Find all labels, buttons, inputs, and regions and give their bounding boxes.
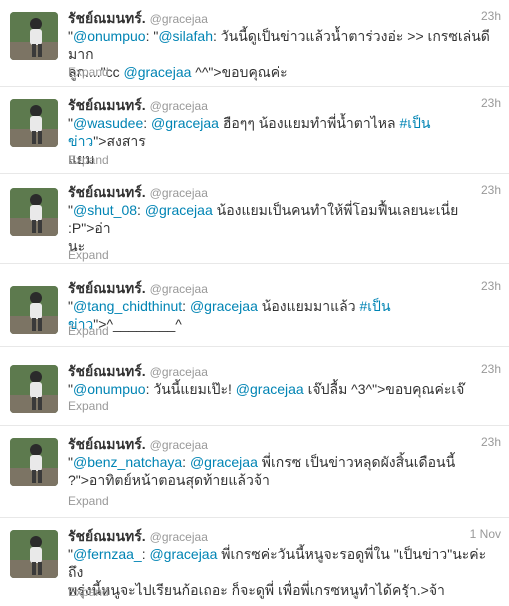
mention-link[interactable]: @fernzaa_: [73, 546, 142, 562]
tweet-timestamp[interactable]: 23h: [481, 183, 501, 197]
tweet-item[interactable]: รัชย์ณมนทร์. @gracejaa 23h "@onumpuo: วัน…: [0, 353, 509, 426]
tweet-line: ลูก...."cc @gracejaa ^^">ขอบคุณค่ะ: [68, 63, 501, 81]
mention-link[interactable]: @onumpuo: [73, 381, 146, 397]
expand-link[interactable]: Expand: [68, 324, 109, 338]
tweet-text-fragment: เจ๊ปลื้ม ^3^">ขอบคุณค่ะเจ๊: [303, 381, 465, 397]
avatar[interactable]: [10, 438, 58, 486]
tweet-header: รัชย์ณมนทร์. @gracejaa 1 Nov: [68, 526, 501, 544]
tweet-timestamp[interactable]: 23h: [481, 279, 501, 293]
tweet-header: รัชย์ณมนทร์. @gracejaa 23h: [68, 182, 501, 200]
tweet-text-fragment: ^^">ขอบคุณค่ะ: [191, 64, 288, 80]
expand-link[interactable]: Expand: [68, 65, 109, 79]
username[interactable]: @gracejaa: [150, 12, 208, 26]
tweet-text-fragment: น้องแยมมาแล้ว: [257, 298, 360, 314]
tweet-line: "@onumpuo: วันนี้แยมเป๊ะ! @gracejaa เจ๊ป…: [68, 380, 501, 398]
avatar[interactable]: [10, 188, 58, 236]
tweet-text: "@shut_08: @gracejaa น้องแยมเป็นคนทำให้พ…: [68, 201, 501, 255]
fullname[interactable]: รัชย์ณมนทร์.: [68, 528, 146, 544]
tweet-header: รัชย์ณมนทร์. @gracejaa 23h: [68, 8, 501, 26]
tweet-text-fragment: :: [143, 115, 152, 131]
fullname[interactable]: รัชย์ณมนทร์.: [68, 436, 146, 452]
tweet-text: "@onumpuo: วันนี้แยมเป๊ะ! @gracejaa เจ๊ป…: [68, 380, 501, 398]
tweet-timestamp[interactable]: 1 Nov: [470, 527, 501, 541]
expand-link[interactable]: Expand: [68, 153, 109, 167]
mention-link[interactable]: @onumpuo: [73, 28, 146, 44]
tweet-line: นะ: [68, 237, 501, 255]
tweet-text-fragment: พี่เกรซ เป็นข่าวหลุดผังสิ้นเดือนนี้: [257, 454, 456, 470]
tweet-item[interactable]: รัชย์ณมนทร์. @gracejaa 23h "@onumpuo: "@s…: [0, 0, 509, 87]
tweet-text-fragment: ฮือๆๆ น้องแยมทำพี่น้ำตาไหล: [218, 115, 400, 131]
tweet-text-fragment: :: [182, 298, 190, 314]
tweet-item[interactable]: รัชย์ณมนทร์. @gracejaa 1 Nov "@fernzaa_: …: [0, 518, 509, 606]
tweet-text-fragment: : ": [145, 28, 159, 44]
tweet-text-fragment: :: [137, 202, 145, 218]
username[interactable]: @gracejaa: [150, 365, 208, 379]
username[interactable]: @gracejaa: [150, 530, 208, 544]
mention-link[interactable]: @gracejaa: [236, 381, 304, 397]
tweet-line: "@tang_chidthinut: @gracejaa น้องแยมมาแล…: [68, 297, 501, 333]
mention-link[interactable]: @gracejaa: [149, 546, 217, 562]
tweet-item[interactable]: รัชย์ณมนทร์. @gracejaa 23h "@shut_08: @gr…: [0, 174, 509, 264]
tweet-line: "@onumpuo: "@silafah: วันนี้ดูเป็นข่าวแล…: [68, 27, 501, 63]
tweet-header: รัชย์ณมนทร์. @gracejaa 23h: [68, 361, 501, 379]
mention-link[interactable]: @tang_chidthinut: [73, 298, 182, 314]
tweet-header: รัชย์ณมนทร์. @gracejaa 23h: [68, 278, 501, 296]
username[interactable]: @gracejaa: [150, 99, 208, 113]
mention-link[interactable]: @gracejaa: [190, 454, 258, 470]
username[interactable]: @gracejaa: [150, 282, 208, 296]
tweet-text: "@wasudee: @gracejaa ฮือๆๆ น้องแยมทำพี่น…: [68, 114, 501, 168]
username[interactable]: @gracejaa: [150, 438, 208, 452]
fullname[interactable]: รัชย์ณมนทร์.: [68, 10, 146, 26]
fullname[interactable]: รัชย์ณมนทร์.: [68, 280, 146, 296]
tweet-text-fragment: พรุ่งนี้หนูจะไปเรียนก้อเถอะ ก็จะดูพี่ เพ…: [68, 582, 445, 598]
avatar[interactable]: [10, 286, 58, 334]
fullname[interactable]: รัชย์ณมนทร์.: [68, 97, 146, 113]
tweet-text: "@onumpuo: "@silafah: วันนี้ดูเป็นข่าวแล…: [68, 27, 501, 81]
tweet-text-fragment: ">สงสาร: [93, 133, 146, 149]
mention-link[interactable]: @silafah: [158, 28, 213, 44]
tweet-text: "@fernzaa_: @gracejaa พี่เกรซค่ะวันนี้หน…: [68, 545, 501, 599]
tweet-text: "@benz_natchaya: @gracejaa พี่เกรซ เป็นข…: [68, 453, 501, 489]
tweet-line: "@shut_08: @gracejaa น้องแยมเป็นคนทำให้พ…: [68, 201, 501, 237]
tweet-header: รัชย์ณมนทร์. @gracejaa 23h: [68, 434, 501, 452]
avatar[interactable]: [10, 12, 58, 60]
expand-link[interactable]: Expand: [68, 248, 109, 262]
tweet-line: แยม: [68, 150, 501, 168]
tweet-timestamp[interactable]: 23h: [481, 362, 501, 376]
avatar[interactable]: [10, 530, 58, 578]
mention-link[interactable]: @gracejaa: [190, 298, 258, 314]
mention-link[interactable]: @gracejaa: [145, 202, 213, 218]
avatar[interactable]: [10, 365, 58, 413]
expand-link[interactable]: Expand: [68, 399, 109, 413]
tweet-text-fragment: ?">อาทิตย์หน้าตอนสุดท้ายแล้วจ้า: [68, 472, 270, 488]
tweet-timeline: รัชย์ณมนทร์. @gracejaa 23h "@onumpuo: "@s…: [0, 0, 509, 606]
tweet-text-fragment: :: [182, 454, 190, 470]
tweet-line: "@wasudee: @gracejaa ฮือๆๆ น้องแยมทำพี่น…: [68, 114, 501, 150]
tweet-timestamp[interactable]: 23h: [481, 96, 501, 110]
expand-link[interactable]: Expand: [68, 494, 109, 508]
mention-link[interactable]: @gracejaa: [123, 64, 191, 80]
tweet-timestamp[interactable]: 23h: [481, 435, 501, 449]
avatar[interactable]: [10, 99, 58, 147]
mention-link[interactable]: @gracejaa: [151, 115, 219, 131]
tweet-timestamp[interactable]: 23h: [481, 9, 501, 23]
mention-link[interactable]: @wasudee: [73, 115, 143, 131]
tweet-item[interactable]: รัชย์ณมนทร์. @gracejaa 23h "@wasudee: @gr…: [0, 87, 509, 174]
expand-link[interactable]: Expand: [68, 585, 109, 599]
tweet-line: ?">อาทิตย์หน้าตอนสุดท้ายแล้วจ้า: [68, 471, 501, 489]
username[interactable]: @gracejaa: [150, 186, 208, 200]
tweet-item[interactable]: รัชย์ณมนทร์. @gracejaa 23h "@tang_chidthi…: [0, 270, 509, 347]
tweet-text-fragment: : วันนี้แยมเป๊ะ!: [145, 381, 236, 397]
fullname[interactable]: รัชย์ณมนทร์.: [68, 363, 146, 379]
mention-link[interactable]: @benz_natchaya: [73, 454, 182, 470]
tweet-line: "@benz_natchaya: @gracejaa พี่เกรซ เป็นข…: [68, 453, 501, 471]
tweet-header: รัชย์ณมนทร์. @gracejaa 23h: [68, 95, 501, 113]
tweet-item[interactable]: รัชย์ณมนทร์. @gracejaa 23h "@benz_natchay…: [0, 426, 509, 518]
tweet-line: พรุ่งนี้หนูจะไปเรียนก้อเถอะ ก็จะดูพี่ เพ…: [68, 581, 501, 599]
fullname[interactable]: รัชย์ณมนทร์.: [68, 184, 146, 200]
tweet-text: "@tang_chidthinut: @gracejaa น้องแยมมาแล…: [68, 297, 501, 333]
mention-link[interactable]: @shut_08: [73, 202, 137, 218]
tweet-line: "@fernzaa_: @gracejaa พี่เกรซค่ะวันนี้หน…: [68, 545, 501, 581]
